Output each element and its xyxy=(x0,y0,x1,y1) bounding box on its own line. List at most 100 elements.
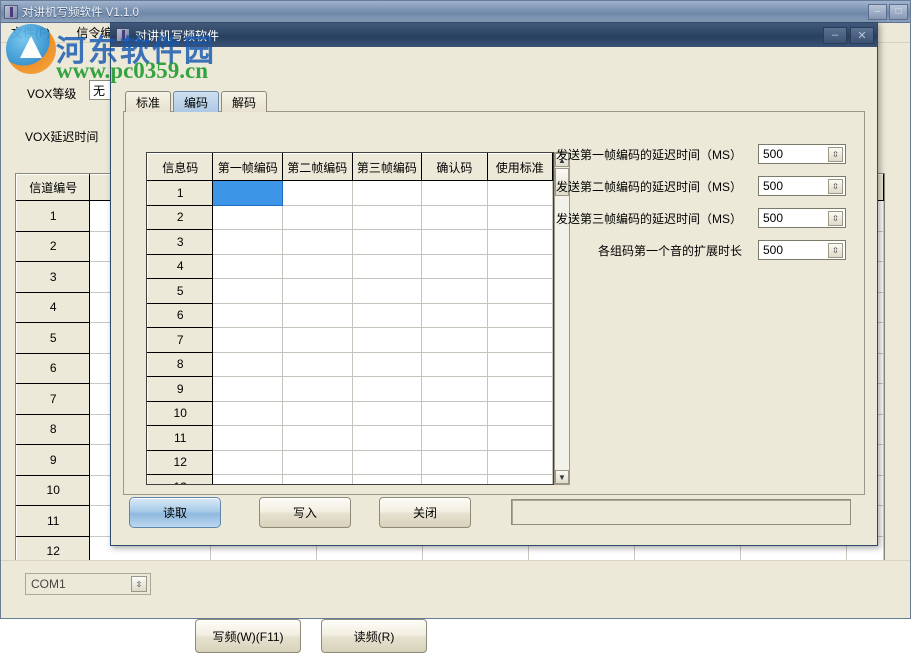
table-row[interactable]: 11 xyxy=(147,425,553,451)
grid-cell[interactable] xyxy=(282,278,353,304)
table-row[interactable]: 6 xyxy=(147,302,553,328)
grid-cell-selected[interactable] xyxy=(212,180,283,206)
grid-cell[interactable] xyxy=(282,204,353,230)
encoding-col-frame1[interactable]: 第一帧编码 xyxy=(212,153,283,181)
scroll-down-icon[interactable]: ▼ xyxy=(555,470,569,484)
grid-cell[interactable] xyxy=(421,204,488,230)
row-header[interactable]: 5 xyxy=(16,322,91,354)
grid-cell[interactable] xyxy=(282,327,353,353)
row-header[interactable]: 8 xyxy=(16,413,91,445)
grid-cell[interactable] xyxy=(486,278,553,304)
table-row[interactable]: 1 xyxy=(147,180,553,206)
setting-frame3-delay-input[interactable]: 500 ⇳ xyxy=(758,208,846,228)
maximize-icon[interactable]: □ xyxy=(889,3,908,20)
grid-cell[interactable] xyxy=(212,376,283,402)
row-header[interactable]: 11 xyxy=(147,425,214,451)
setting-first-tone-extend-input[interactable]: 500 ⇳ xyxy=(758,240,846,260)
grid-cell[interactable] xyxy=(351,229,423,255)
grid-cell[interactable] xyxy=(421,327,488,353)
dialog-write-button[interactable]: 写入 xyxy=(259,497,351,528)
encoding-grid[interactable]: 信息码 第一帧编码 第二帧编码 第三帧编码 确认码 使用标准 123456789… xyxy=(146,152,554,485)
grid-cell[interactable] xyxy=(212,278,283,304)
channel-grid-col-index[interactable]: 信道编号 xyxy=(16,174,91,201)
grid-cell[interactable] xyxy=(282,302,353,328)
table-row[interactable]: 3 xyxy=(147,229,553,255)
setting-frame2-delay-input[interactable]: 500 ⇳ xyxy=(758,176,846,196)
setting-frame1-delay-input[interactable]: 500 ⇳ xyxy=(758,144,846,164)
spinner-updown-icon[interactable]: ⇳ xyxy=(828,243,843,258)
read-frequency-button[interactable]: 读频(R) xyxy=(321,619,427,653)
com-port-select[interactable]: COM1 ⇳ xyxy=(25,573,151,595)
row-header[interactable]: 6 xyxy=(147,302,214,328)
row-header[interactable]: 1 xyxy=(147,180,214,206)
grid-cell[interactable] xyxy=(282,180,353,206)
grid-cell[interactable] xyxy=(486,376,553,402)
grid-cell[interactable] xyxy=(282,351,353,377)
menu-item-file[interactable]: 文件(F) xyxy=(7,23,54,42)
table-row[interactable]: 2 xyxy=(147,204,553,230)
row-header[interactable]: 5 xyxy=(147,278,214,304)
grid-cell[interactable] xyxy=(486,400,553,426)
row-header[interactable]: 10 xyxy=(16,474,91,506)
dialog-titlebar[interactable]: 对讲机写频软件 – ✕ xyxy=(111,23,877,47)
dialog-close-button[interactable]: 关闭 xyxy=(379,497,471,528)
grid-cell[interactable] xyxy=(212,302,283,328)
encoding-col-standard[interactable]: 使用标准 xyxy=(486,153,553,181)
tab-standard[interactable]: 标准 xyxy=(125,91,172,112)
grid-cell[interactable] xyxy=(212,425,283,451)
row-header[interactable]: 4 xyxy=(147,253,214,279)
grid-cell[interactable] xyxy=(351,425,423,451)
grid-cell[interactable] xyxy=(282,449,353,475)
row-header[interactable]: 9 xyxy=(147,376,214,402)
grid-cell[interactable] xyxy=(421,351,488,377)
grid-cell[interactable] xyxy=(486,327,553,353)
write-frequency-button[interactable]: 写频(W)(F11) xyxy=(195,619,301,653)
grid-cell[interactable] xyxy=(486,351,553,377)
grid-cell[interactable] xyxy=(421,400,488,426)
row-header[interactable]: 12 xyxy=(147,449,214,475)
grid-cell[interactable] xyxy=(486,204,553,230)
table-row[interactable]: 5 xyxy=(147,278,553,304)
grid-cell[interactable] xyxy=(351,253,423,279)
grid-cell[interactable] xyxy=(351,351,423,377)
table-row[interactable]: 8 xyxy=(147,351,553,377)
table-row[interactable]: 12 xyxy=(147,449,553,475)
grid-cell[interactable] xyxy=(351,376,423,402)
encoding-col-message-code[interactable]: 信息码 xyxy=(147,153,214,181)
grid-cell[interactable] xyxy=(351,302,423,328)
table-row[interactable]: 7 xyxy=(147,327,553,353)
encoding-col-frame3[interactable]: 第三帧编码 xyxy=(351,153,423,181)
grid-cell[interactable] xyxy=(351,400,423,426)
row-header[interactable]: 6 xyxy=(16,352,91,384)
grid-cell[interactable] xyxy=(421,376,488,402)
row-header[interactable]: 3 xyxy=(16,261,91,293)
row-header[interactable]: 2 xyxy=(147,204,214,230)
tab-encode[interactable]: 编码 xyxy=(173,91,220,112)
grid-cell[interactable] xyxy=(421,302,488,328)
row-header[interactable]: 7 xyxy=(16,383,91,415)
grid-cell[interactable] xyxy=(351,449,423,475)
grid-cell[interactable] xyxy=(282,376,353,402)
minimize-icon[interactable]: – xyxy=(868,3,887,20)
grid-cell[interactable] xyxy=(486,253,553,279)
main-window-titlebar[interactable]: 对讲机写频软件 V1.1.0 – □ xyxy=(1,1,910,23)
grid-cell[interactable] xyxy=(421,278,488,304)
row-header[interactable]: 1 xyxy=(16,200,91,232)
grid-cell[interactable] xyxy=(351,204,423,230)
grid-cell[interactable] xyxy=(421,425,488,451)
grid-cell[interactable] xyxy=(486,180,553,206)
spinner-updown-icon[interactable]: ⇳ xyxy=(828,179,843,194)
row-header[interactable]: 8 xyxy=(147,351,214,377)
grid-cell[interactable] xyxy=(212,400,283,426)
table-row[interactable]: 9 xyxy=(147,376,553,402)
chevron-updown-icon[interactable]: ⇳ xyxy=(131,576,147,592)
table-row[interactable]: 10 xyxy=(147,400,553,426)
grid-cell[interactable] xyxy=(486,425,553,451)
tab-decode[interactable]: 解码 xyxy=(221,91,268,112)
grid-cell[interactable] xyxy=(351,327,423,353)
dialog-minimize-icon[interactable]: – xyxy=(823,26,847,44)
row-header[interactable]: 2 xyxy=(16,230,91,262)
grid-cell[interactable] xyxy=(421,449,488,475)
encoding-col-ack[interactable]: 确认码 xyxy=(421,153,488,181)
encoding-grid-scrollbar[interactable]: ▲ ▼ xyxy=(554,152,570,485)
